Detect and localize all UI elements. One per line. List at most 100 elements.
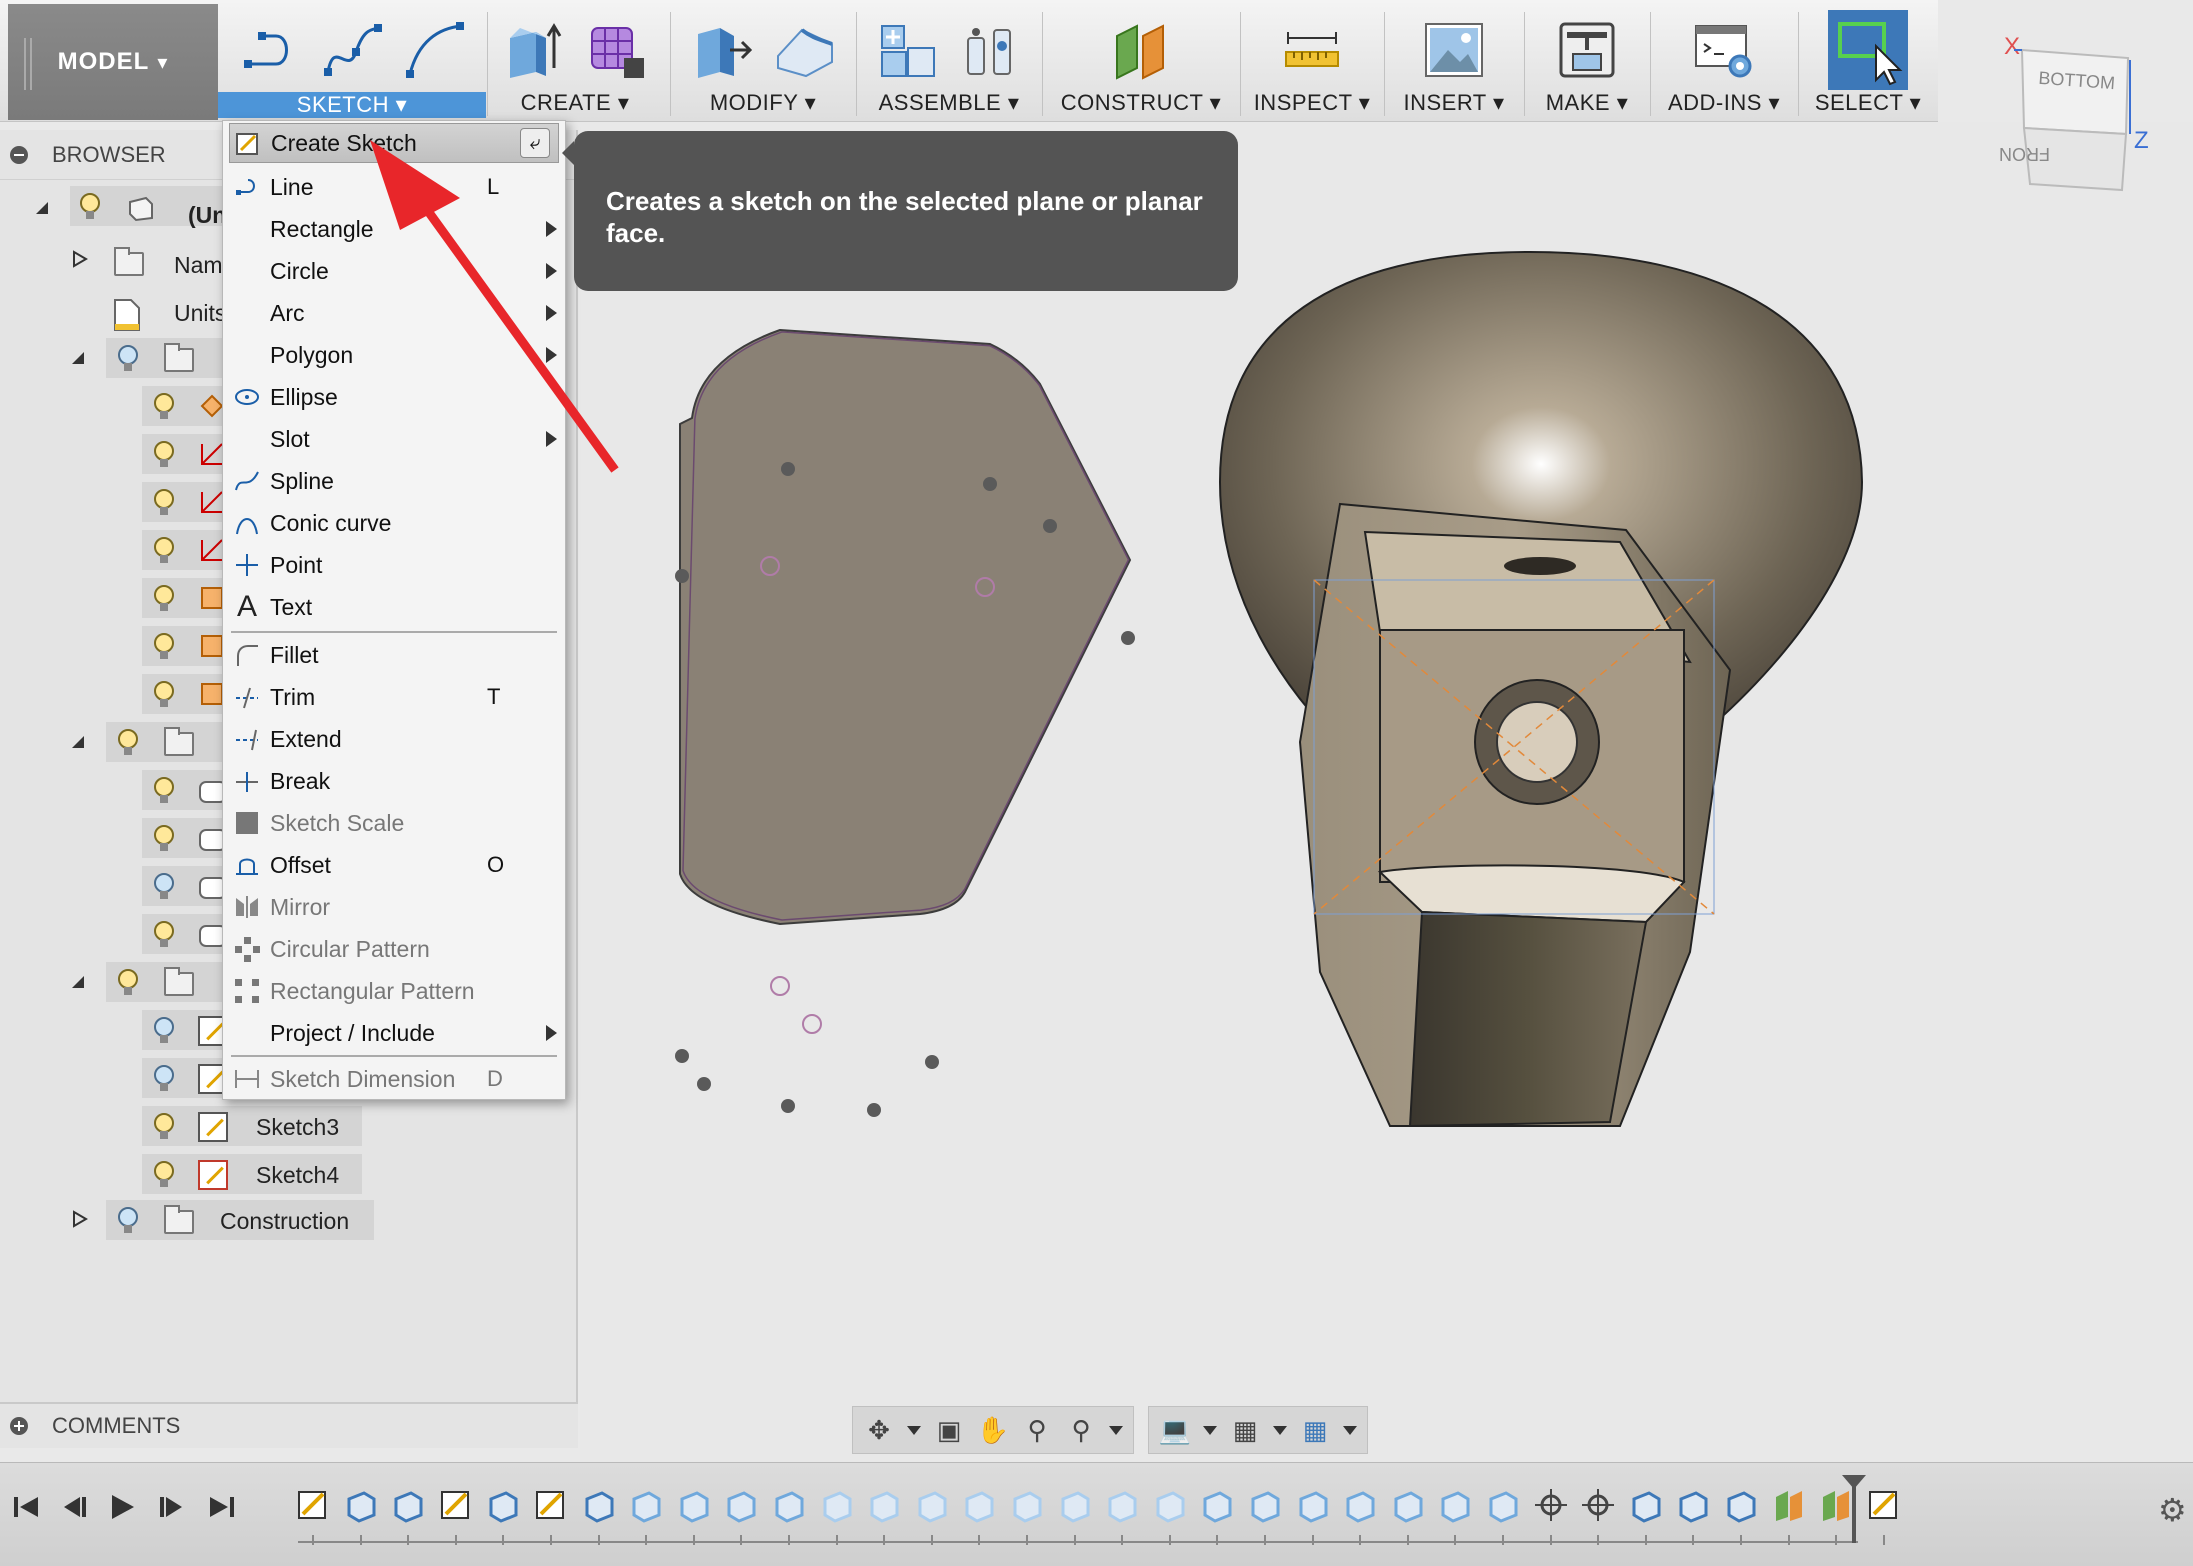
- menu-item-project-include[interactable]: Project / Include: [223, 1013, 565, 1053]
- menu-item-break[interactable]: Break: [223, 761, 565, 801]
- menu-item-circular-pattern[interactable]: Circular Pattern: [223, 929, 565, 969]
- timeline-sketch-icon[interactable]: [439, 1487, 473, 1523]
- go-to-end-icon[interactable]: [204, 1489, 240, 1525]
- caret-down-icon[interactable]: [1273, 1425, 1287, 1435]
- visibility-bulb-icon[interactable]: [116, 968, 140, 998]
- timeline-box-icon[interactable]: [1629, 1487, 1663, 1523]
- timeline-chamfer-icon[interactable]: [915, 1487, 949, 1523]
- visibility-bulb-icon[interactable]: [152, 584, 176, 614]
- tree-label-construction[interactable]: Construction: [220, 1208, 349, 1235]
- timeline-marker[interactable]: [1842, 1475, 1866, 1543]
- expand-icon[interactable]: [10, 1417, 28, 1435]
- timeline-chamfer-icon[interactable]: [1153, 1487, 1187, 1523]
- tree-label-root[interactable]: (Un: [188, 202, 226, 229]
- timeline-shell-icon[interactable]: [1391, 1487, 1425, 1523]
- timeline-shell-icon[interactable]: [1296, 1487, 1330, 1523]
- pan-hand-icon[interactable]: ✋: [977, 1414, 1009, 1446]
- tree-label-units[interactable]: Units: [174, 300, 226, 327]
- construct-group[interactable]: CONSTRUCT ▾: [1044, 4, 1238, 120]
- caret-down-icon[interactable]: [1343, 1425, 1357, 1435]
- toolbar-grip-icon[interactable]: [24, 38, 32, 90]
- expand-triangle-icon[interactable]: [70, 974, 86, 990]
- caret-down-icon[interactable]: [1109, 1425, 1123, 1435]
- menu-item-polygon[interactable]: Polygon: [223, 335, 565, 375]
- visibility-bulb-icon[interactable]: [78, 192, 102, 222]
- expand-triangle-icon[interactable]: [34, 200, 50, 216]
- menu-item-create-sketch[interactable]: Create Sketch ⤶: [229, 123, 559, 163]
- visibility-bulb-icon[interactable]: [152, 824, 176, 854]
- look-at-icon[interactable]: ▣: [933, 1414, 965, 1446]
- visibility-bulb-icon[interactable]: [152, 392, 176, 422]
- timeline-chamfer-icon[interactable]: [1105, 1487, 1139, 1523]
- create-group-label[interactable]: CREATE ▾: [490, 90, 660, 116]
- timeline-chamfer-icon[interactable]: [962, 1487, 996, 1523]
- timeline-track[interactable]: [298, 1541, 1858, 1543]
- collapsed-triangle-icon[interactable]: [72, 1210, 88, 1228]
- arc-tool-icon[interactable]: [402, 18, 466, 82]
- timeline-fillet-icon[interactable]: [772, 1487, 806, 1523]
- menu-item-point[interactable]: Point: [223, 545, 565, 585]
- menu-item-sketch-dimension[interactable]: Sketch Dimension D: [223, 1059, 565, 1099]
- timeline-sketch-icon[interactable]: [296, 1487, 330, 1523]
- new-component-icon[interactable]: [876, 18, 940, 82]
- 3d-viewport[interactable]: [580, 122, 2193, 1462]
- assemble-group-label[interactable]: ASSEMBLE ▾: [858, 90, 1040, 116]
- tree-label-sketch4[interactable]: Sketch4: [256, 1162, 339, 1189]
- visibility-bulb-icon[interactable]: [152, 632, 176, 662]
- menu-item-rectangular-pattern[interactable]: Rectangular Pattern: [223, 971, 565, 1011]
- timeline-fillet-icon[interactable]: [1486, 1487, 1520, 1523]
- menu-item-line[interactable]: Line L: [223, 167, 565, 207]
- assemble-group[interactable]: ASSEMBLE ▾: [858, 4, 1040, 120]
- line-tool-icon[interactable]: [238, 18, 302, 82]
- sketch-group-label[interactable]: SKETCH ▾: [218, 92, 486, 118]
- orbit-icon[interactable]: ✥: [863, 1414, 895, 1446]
- comments-panel[interactable]: COMMENTS: [0, 1402, 578, 1448]
- timeline-revolve-icon[interactable]: [344, 1487, 378, 1523]
- 3d-print-icon[interactable]: [1555, 18, 1619, 82]
- visibility-bulb-icon[interactable]: [152, 440, 176, 470]
- visibility-bulb-icon[interactable]: [116, 1206, 140, 1236]
- visibility-bulb-icon[interactable]: [152, 920, 176, 950]
- viewports-icon[interactable]: ▦: [1299, 1414, 1331, 1446]
- measure-icon[interactable]: [1280, 18, 1344, 82]
- inspect-group[interactable]: INSPECT ▾: [1242, 4, 1382, 120]
- menu-item-circle[interactable]: Circle: [223, 251, 565, 291]
- timeline-shell-icon[interactable]: [1248, 1487, 1282, 1523]
- menu-item-sketch-scale[interactable]: Sketch Scale: [223, 803, 565, 843]
- go-to-start-icon[interactable]: [8, 1489, 44, 1525]
- timeline-hole-icon[interactable]: [1724, 1487, 1758, 1523]
- timeline-extrude-icon[interactable]: [1676, 1487, 1710, 1523]
- timeline-move-icon[interactable]: [1581, 1487, 1615, 1523]
- make-group-label[interactable]: MAKE ▾: [1526, 90, 1648, 116]
- timeline-chamfer-icon[interactable]: [820, 1487, 854, 1523]
- offset-plane-icon[interactable]: [1109, 18, 1173, 82]
- timeline-plane-icon[interactable]: [1819, 1487, 1853, 1523]
- timeline-fillet-icon[interactable]: [724, 1487, 758, 1523]
- menu-item-mirror[interactable]: Mirror: [223, 887, 565, 927]
- visibility-bulb-icon[interactable]: [152, 488, 176, 518]
- insert-image-icon[interactable]: [1422, 18, 1486, 82]
- grid-icon[interactable]: ▦: [1229, 1414, 1261, 1446]
- menu-item-rectangle[interactable]: Rectangle: [223, 209, 565, 249]
- visibility-bulb-icon[interactable]: [152, 1064, 176, 1094]
- scripts-icon[interactable]: [1692, 18, 1756, 82]
- modify-group-label[interactable]: MODIFY ▾: [672, 90, 854, 116]
- visibility-bulb-icon[interactable]: [152, 1160, 176, 1190]
- extrude-icon[interactable]: [502, 18, 566, 82]
- select-group[interactable]: SELECT ▾: [1800, 4, 1936, 120]
- expand-triangle-icon[interactable]: [70, 350, 86, 366]
- visibility-bulb-icon[interactable]: [152, 872, 176, 902]
- visibility-bulb-icon[interactable]: [152, 536, 176, 566]
- collapsed-triangle-icon[interactable]: [72, 250, 88, 268]
- visibility-bulb-icon[interactable]: [152, 776, 176, 806]
- modify-group[interactable]: MODIFY ▾: [672, 4, 854, 120]
- timeline-plane-icon[interactable]: [1772, 1487, 1806, 1523]
- timeline-fillet-icon[interactable]: [677, 1487, 711, 1523]
- menu-item-fillet[interactable]: Fillet: [223, 635, 565, 675]
- caret-down-icon[interactable]: [1203, 1425, 1217, 1435]
- create-group[interactable]: CREATE ▾: [490, 4, 660, 120]
- play-icon[interactable]: [104, 1489, 140, 1525]
- press-pull-icon[interactable]: [690, 18, 754, 82]
- timeline-chamfer-icon[interactable]: [1058, 1487, 1092, 1523]
- menu-item-conic-curve[interactable]: Conic curve: [223, 503, 565, 543]
